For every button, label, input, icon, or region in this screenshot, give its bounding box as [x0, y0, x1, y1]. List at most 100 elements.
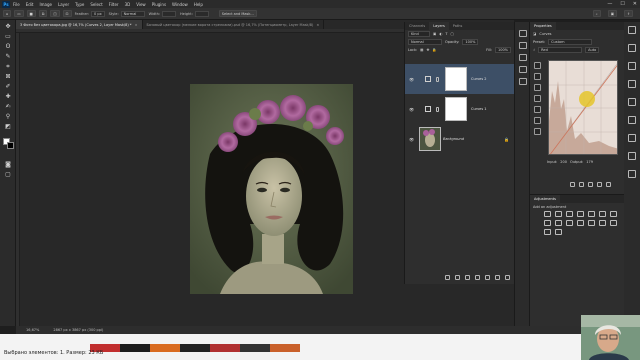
document-canvas[interactable]	[190, 84, 353, 294]
vibrance-icon[interactable]	[588, 211, 595, 217]
edit-points-icon[interactable]	[534, 95, 541, 102]
filter-type-icon[interactable]: T	[445, 32, 447, 36]
brightness-contrast-icon[interactable]	[544, 211, 551, 217]
actions-panel-icon[interactable]	[628, 116, 636, 124]
smooth-curve-icon[interactable]	[534, 117, 541, 124]
screen-mode-icon[interactable]: ▢	[3, 170, 13, 179]
navigator-panel-icon[interactable]	[628, 152, 636, 160]
sample-white-point-icon[interactable]	[534, 84, 541, 91]
auto-button[interactable]: Auto	[585, 47, 600, 53]
lock-position-icon[interactable]: ✥	[426, 48, 429, 52]
photo-filter-icon[interactable]	[555, 220, 562, 226]
layer-comps-icon[interactable]	[628, 134, 636, 142]
layer-curves-2[interactable]: 👁 Curves 2	[405, 64, 515, 94]
marquee-tool-icon[interactable]: ▭	[14, 10, 24, 17]
threshold-icon[interactable]	[610, 220, 617, 226]
style-select[interactable]: Normal	[120, 10, 145, 17]
visibility-eye-icon[interactable]: 👁	[409, 77, 414, 82]
menu-file[interactable]: File	[13, 2, 20, 7]
adjustments-title[interactable]: Adjustments	[530, 195, 560, 203]
move-tool-icon[interactable]: ✥	[3, 22, 13, 31]
taskbar-thumb[interactable]	[180, 344, 210, 352]
blend-mode-select[interactable]: Normal	[408, 39, 442, 45]
black-white-icon[interactable]	[544, 220, 551, 226]
layer-curves-1[interactable]: 👁 Curves 1	[405, 94, 515, 124]
histogram-panel-icon[interactable]	[628, 170, 636, 178]
lock-pixels-icon[interactable]: ▦	[420, 48, 423, 52]
filter-adjustment-icon[interactable]: ◐	[439, 32, 442, 36]
workspace-icon[interactable]: ▣	[607, 10, 618, 17]
invert-icon[interactable]	[588, 220, 595, 226]
artboard-tool-icon[interactable]: ▭	[3, 32, 13, 41]
taskbar-thumb[interactable]	[240, 344, 270, 352]
info-icon[interactable]	[519, 42, 527, 49]
lasso-tool-icon[interactable]: ʘ	[3, 42, 13, 51]
layer-background[interactable]: 👁 Background 🔒	[405, 124, 515, 154]
minimize-button[interactable]: —	[607, 1, 612, 7]
tab-layers[interactable]: Layers	[429, 22, 449, 30]
subtract-selection-icon[interactable]: ◫	[50, 10, 60, 17]
gradient-map-icon[interactable]	[544, 229, 551, 235]
width-input[interactable]	[162, 10, 177, 17]
reset-icon[interactable]	[588, 182, 593, 187]
visibility-eye-icon[interactable]: 👁	[409, 107, 414, 112]
preset-select[interactable]: Custom	[548, 39, 593, 45]
menu-layer[interactable]: Layer	[58, 2, 69, 7]
history-icon[interactable]	[519, 30, 527, 37]
document-tab-2[interactable]: Базовый цветокор (мелкие ворота стрелкам…	[143, 20, 325, 29]
filter-pixel-icon[interactable]: ▣	[433, 32, 436, 36]
document-info[interactable]: 2867 px x 3867 px (300 ppi)	[53, 328, 103, 332]
healing-brush-tool-icon[interactable]: ✚	[3, 92, 13, 101]
layer-filter-select[interactable]: Kind	[408, 31, 430, 37]
eyedropper-tool-icon[interactable]: ✐	[3, 82, 13, 91]
photoshop-logo[interactable]: Ps	[2, 0, 10, 8]
swatches-panel-icon[interactable]	[628, 44, 636, 52]
brush-settings-icon[interactable]	[519, 54, 527, 61]
intersect-selection-icon[interactable]: ⊡	[62, 10, 72, 17]
on-image-adjust-icon[interactable]: ☝	[533, 48, 535, 52]
eraser-tool-icon[interactable]: ◩	[3, 122, 13, 131]
channel-mixer-icon[interactable]	[566, 220, 573, 226]
properties-title[interactable]: Properties	[530, 22, 556, 30]
background-color-swatch[interactable]	[7, 142, 14, 149]
clipping-warning-icon[interactable]	[534, 128, 541, 135]
layer-style-icon[interactable]	[455, 275, 460, 280]
menu-view[interactable]: View	[136, 2, 146, 7]
tab-paths[interactable]: Paths	[449, 22, 467, 30]
lock-all-icon[interactable]: 🔒	[432, 48, 436, 52]
frame-tool-icon[interactable]: ⊠	[3, 72, 13, 81]
sample-black-point-icon[interactable]	[534, 62, 541, 69]
maximize-button[interactable]: ☐	[620, 1, 624, 7]
zoom-level[interactable]: 16,67%	[26, 328, 39, 332]
select-and-mask-button[interactable]: Select and Mask...	[218, 10, 257, 17]
layer-thumbnail[interactable]	[419, 127, 441, 151]
output-value[interactable]: 179	[586, 160, 593, 164]
new-adjustment-icon[interactable]	[475, 275, 480, 280]
curves-icon[interactable]	[566, 211, 573, 217]
input-value[interactable]: 200	[560, 160, 567, 164]
close-tab-icon[interactable]: ×	[316, 23, 319, 27]
libraries-panel-icon[interactable]	[628, 98, 636, 106]
visibility-eye-icon[interactable]: 👁	[409, 137, 414, 142]
fill-input[interactable]: 100%	[494, 47, 511, 53]
menu-image[interactable]: Image	[39, 2, 52, 7]
sample-gray-point-icon[interactable]	[534, 73, 541, 80]
menu-filter[interactable]: Filter	[109, 2, 119, 7]
toggle-visibility-icon[interactable]	[597, 182, 602, 187]
document-tab-1[interactable]: 3 Фото без цветокора.jpg @ 16,7% (Curves…	[16, 20, 143, 29]
quick-selection-tool-icon[interactable]: ✎	[3, 52, 13, 61]
posterize-icon[interactable]	[599, 220, 606, 226]
link-mask-icon[interactable]	[436, 106, 439, 112]
hue-saturation-icon[interactable]	[599, 211, 606, 217]
new-selection-icon[interactable]: ■	[26, 10, 36, 17]
gradients-panel-icon[interactable]	[628, 62, 636, 70]
filter-shape-icon[interactable]: ▢	[451, 32, 454, 36]
channel-select[interactable]: Red	[538, 47, 583, 53]
tab-channels[interactable]: Channels	[405, 22, 429, 30]
selective-color-icon[interactable]	[555, 229, 562, 235]
link-mask-icon[interactable]	[436, 76, 439, 82]
home-icon[interactable]: ⌂	[3, 10, 12, 17]
menu-edit[interactable]: Edit	[26, 2, 34, 7]
delete-adjustment-icon[interactable]	[606, 182, 611, 187]
layer-mask-thumbnail[interactable]	[445, 67, 467, 91]
